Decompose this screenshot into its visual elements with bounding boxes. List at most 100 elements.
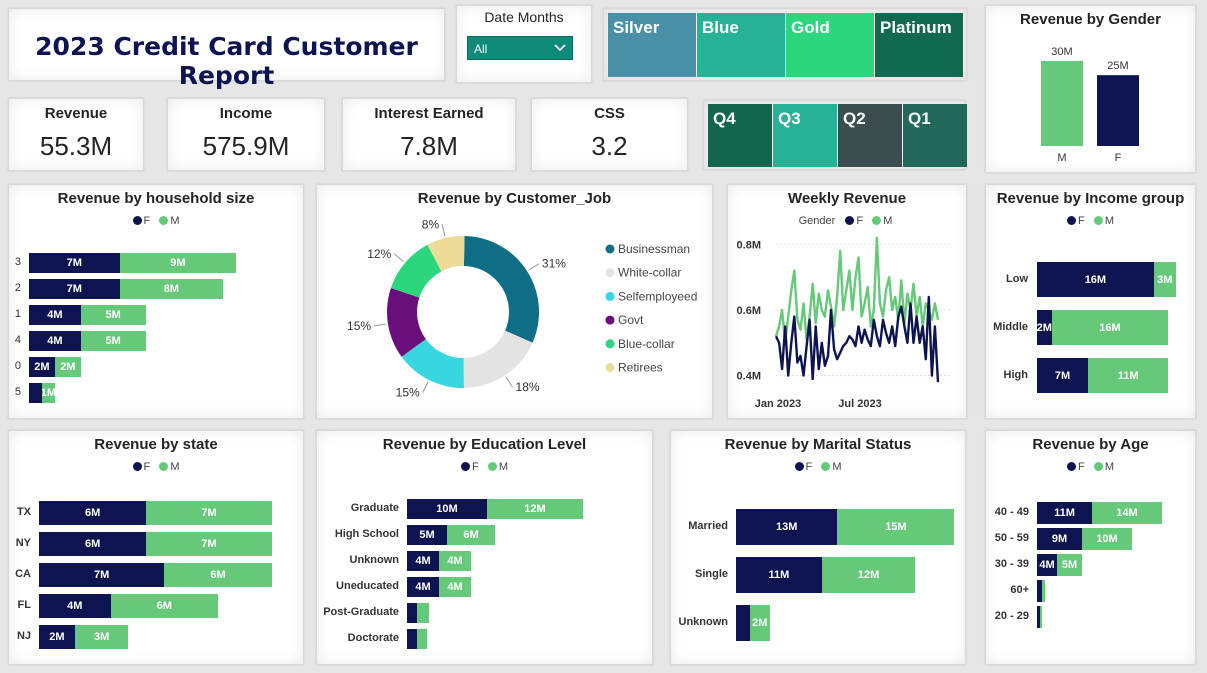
marital-bar-male[interactable]: 12M <box>821 557 916 593</box>
kpi-value: 575.9M <box>202 131 290 161</box>
legend-m: M <box>159 461 179 473</box>
donut-leader-line <box>393 253 404 262</box>
education-bar-female[interactable] <box>407 603 417 623</box>
age-bar-female[interactable]: 4M <box>1037 554 1057 576</box>
education-bar-female[interactable] <box>407 629 417 649</box>
state-bar-male[interactable]: 7M <box>146 501 272 525</box>
age-bar-male[interactable]: 14M <box>1092 502 1162 524</box>
state-bar-male[interactable]: 7M <box>146 532 272 556</box>
date-months-dropdown[interactable]: All <box>467 36 573 60</box>
household-bar-male[interactable]: 8M <box>119 279 224 299</box>
donut-leader-line <box>505 376 513 388</box>
household-bar-male[interactable]: 2M <box>54 357 81 377</box>
education-chart-title: Revenue by Education Level <box>382 436 587 453</box>
gender-bar-label: 30M <box>1051 46 1072 58</box>
age-bar-male[interactable] <box>1039 606 1042 628</box>
household-bar-male[interactable]: 1M <box>41 383 55 403</box>
date-filter-label: Date Months <box>484 9 564 25</box>
household-bar-female[interactable]: 7M <box>29 253 120 273</box>
tile-card-blue[interactable]: Blue <box>697 13 785 77</box>
kpi-label: CSS <box>594 105 625 122</box>
age-row-label: 40 - 49 <box>994 506 1029 518</box>
tile-quarter-q3[interactable]: Q3 <box>773 104 837 167</box>
weekly-chart-card: Weekly Revenue Gender F M 0.8M 0.6M 0.4M Ja… <box>727 184 967 419</box>
income-row-label: Low <box>1006 272 1028 285</box>
tile-quarter-q2[interactable]: Q2 <box>838 104 902 167</box>
marital-row-label: Single <box>694 568 728 580</box>
state-bar-male[interactable]: 6M <box>164 563 272 587</box>
household-bar-female[interactable]: 2M <box>29 357 55 377</box>
marital-bar-male[interactable]: 2M <box>750 605 770 641</box>
state-row-label: FL <box>17 599 31 611</box>
weekly-x-tick: Jul 2023 <box>838 398 881 410</box>
marital-bar-female[interactable]: 11M <box>736 557 822 593</box>
education-bar-male[interactable]: 6M <box>447 525 495 545</box>
household-bar-female[interactable]: 7M <box>29 279 120 299</box>
state-bar-female[interactable]: 6M <box>39 532 147 556</box>
household-row-label: 5 <box>14 386 21 398</box>
age-bar-male[interactable] <box>1042 580 1045 602</box>
age-bar-female[interactable]: 9M <box>1037 528 1082 550</box>
donut-legend-label: White-collar <box>618 266 681 280</box>
age-chart-title: Revenue by Age <box>1032 436 1149 453</box>
kpi-interest: Interest Earned 7.8M <box>342 98 516 171</box>
age-bar-male[interactable]: 5M <box>1057 554 1082 576</box>
gender-chart: 30M M 25M F <box>1041 46 1139 164</box>
education-bar-male[interactable]: 12M <box>487 499 583 519</box>
kpi-income: Income 575.9M <box>167 98 325 171</box>
education-row-label: Uneducated <box>336 580 399 592</box>
donut-slice-businessman <box>463 236 539 343</box>
kpi-revenue: Revenue 55.3M <box>8 98 144 171</box>
age-bar-female[interactable]: 11M <box>1037 502 1092 524</box>
education-bar-female[interactable]: 4M <box>407 577 439 597</box>
tile-card-platinum[interactable]: Platinum <box>875 13 963 77</box>
household-row-label: 4 <box>14 334 21 346</box>
state-bar-female[interactable]: 2M <box>39 625 75 649</box>
donut-percent-label: 31% <box>542 257 566 271</box>
quarter-slicer: Q4 Q3 Q2 Q1 <box>703 100 967 170</box>
gender-bar-label: 25M <box>1107 60 1128 72</box>
tile-quarter-q1[interactable]: Q1 <box>903 104 967 167</box>
education-bar-female[interactable]: 5M <box>407 525 447 545</box>
state-bar-female[interactable]: 7M <box>39 563 165 587</box>
marital-bar-male[interactable]: 15M <box>837 509 955 545</box>
donut-percent-label: 15% <box>396 385 420 399</box>
income-bar-male[interactable]: 16M <box>1051 310 1169 345</box>
education-bar-female[interactable]: 4M <box>407 551 439 571</box>
household-bar-female[interactable] <box>29 383 42 403</box>
legend-dot <box>605 291 615 301</box>
legend-f: F <box>794 461 812 473</box>
household-bar-female[interactable]: 4M <box>29 305 81 325</box>
state-bar-male[interactable]: 6M <box>110 594 218 618</box>
marital-bar-female[interactable]: 13M <box>736 509 838 545</box>
tile-card-gold[interactable]: Gold <box>786 13 874 77</box>
weekly-y-tick: 0.4M <box>737 371 761 383</box>
weekly-line-chart: 0.8M 0.6M 0.4M Jan 2023 Jul 2023 <box>737 236 950 410</box>
donut-legend-label: Retirees <box>618 361 663 375</box>
state-bar-female[interactable]: 6M <box>39 501 147 525</box>
education-bar-male[interactable] <box>416 603 429 623</box>
income-bar-female[interactable]: 16M <box>1037 262 1154 297</box>
education-bar-male[interactable]: 4M <box>439 551 471 571</box>
education-bar-male[interactable] <box>416 629 427 649</box>
household-bar-male[interactable]: 9M <box>119 253 237 273</box>
state-bar-male[interactable]: 3M <box>74 625 129 649</box>
income-bar-female[interactable]: 2M <box>1037 310 1052 345</box>
income-bar-male[interactable]: 11M <box>1088 358 1169 393</box>
tile-quarter-q4[interactable]: Q4 <box>708 104 772 167</box>
household-bar-female[interactable]: 4M <box>29 331 81 351</box>
state-row-label: CA <box>15 568 31 580</box>
household-bar-male[interactable]: 5M <box>80 331 146 351</box>
donut-leader-line <box>422 381 429 393</box>
age-bar-male[interactable]: 10M <box>1082 528 1132 550</box>
marital-bar-female[interactable] <box>736 605 751 641</box>
weekly-line-m <box>774 236 940 345</box>
household-bar-male[interactable]: 5M <box>80 305 146 325</box>
income-bar-male[interactable]: 3M <box>1153 262 1176 297</box>
education-bar-male[interactable]: 4M <box>439 577 471 597</box>
income-bar-female[interactable]: 7M <box>1037 358 1089 393</box>
education-bar-female[interactable]: 10M <box>407 499 487 519</box>
state-bar-female[interactable]: 4M <box>39 594 111 618</box>
household-chart-card: Revenue by household size F M 3 7M 9M 2 7M 8M… <box>8 184 304 419</box>
tile-card-silver[interactable]: Silver <box>608 13 696 77</box>
